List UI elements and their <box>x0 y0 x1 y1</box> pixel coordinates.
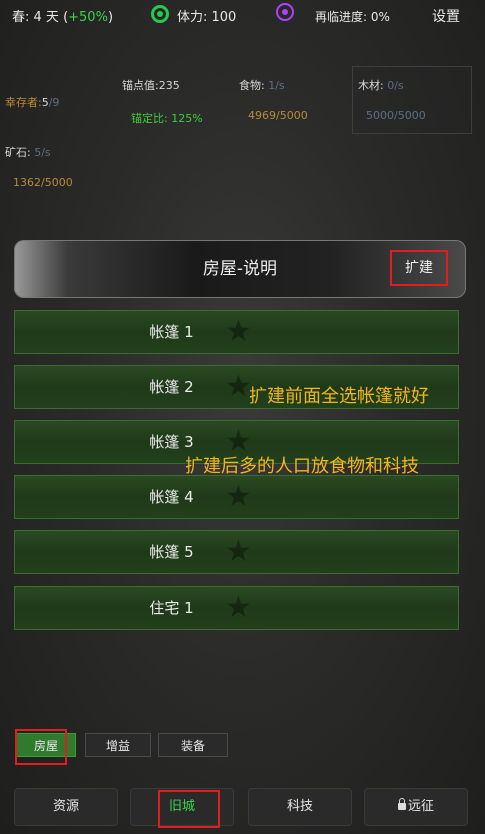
survivors-stat: 幸存者:5/9 <box>5 94 59 110</box>
target-icon <box>276 3 294 21</box>
season-bonus: +50% <box>68 10 108 25</box>
lock-icon <box>397 798 406 810</box>
star-icon: ★ <box>225 534 252 569</box>
star-icon: ★ <box>225 314 252 349</box>
wood-label: 木材: <box>358 79 384 92</box>
food-rate: 食物: 1/s <box>239 77 285 93</box>
food-label: 食物: <box>239 79 265 92</box>
list-item[interactable]: 帐篷 5 ★ <box>14 530 459 574</box>
tab-buffs[interactable]: 增益 <box>85 733 151 757</box>
annotation-note-1: 扩建前面全选帐篷就好 <box>249 386 429 407</box>
list-item[interactable]: 住宅 1 ★ <box>14 586 459 630</box>
list-item[interactable]: 帐篷 1 ★ <box>14 310 459 354</box>
ore-rate-value: 5/s <box>34 146 51 159</box>
top-status-bar: 春: 4 天 (+50%) 体力: 100 再临进度: 0% 设置 <box>0 0 485 30</box>
anchor-ratio: 锚定比: 125% <box>131 112 203 125</box>
annotation-note-2: 扩建后多的人口放食物和科技 <box>185 456 419 477</box>
settings-button[interactable]: 设置 <box>432 6 460 26</box>
wood-rate-value: 0/s <box>387 79 404 92</box>
highlight-old-city <box>158 790 220 828</box>
survivors-value: 5 <box>41 96 49 109</box>
nav-expedition[interactable]: 远征 <box>364 788 468 826</box>
stamina-text: 体力: 100 <box>177 10 237 25</box>
nav-resources[interactable]: 资源 <box>14 788 118 826</box>
star-icon: ★ <box>225 590 252 625</box>
wood-rate: 木材: 0/s <box>358 77 404 93</box>
expand-button[interactable]: 扩建 <box>390 250 448 286</box>
list-item[interactable]: 帐篷 4 ★ <box>14 475 459 519</box>
housing-header: 房屋-说明 扩建 <box>14 240 466 298</box>
nav-tech[interactable]: 科技 <box>248 788 352 826</box>
anchor-value: 锚点值:235 <box>122 79 180 92</box>
season-day-text: 春: 4 天 <box>12 10 59 25</box>
survivors-max: /9 <box>48 96 60 109</box>
wood-amount: 5000/5000 <box>366 109 426 122</box>
star-icon: ★ <box>225 479 252 514</box>
tab-equipment[interactable]: 装备 <box>158 733 228 757</box>
survivors-label: 幸存者: <box>5 96 42 109</box>
food-rate-value: 1/s <box>268 79 285 92</box>
season-day: 春: 4 天 (+50%) <box>12 6 113 25</box>
bonus-close-paren: ) <box>107 10 114 25</box>
revisit-progress: 再临进度: 0% <box>315 10 390 24</box>
nav-expedition-label: 远征 <box>407 799 434 814</box>
ore-amount: 1362/5000 <box>13 176 73 189</box>
ore-label: 矿石: <box>5 146 31 159</box>
gear-icon <box>151 5 169 23</box>
highlight-housing-tab <box>15 729 67 765</box>
ore-rate: 矿石: 5/s <box>5 144 51 160</box>
food-amount: 4969/5000 <box>248 109 308 122</box>
